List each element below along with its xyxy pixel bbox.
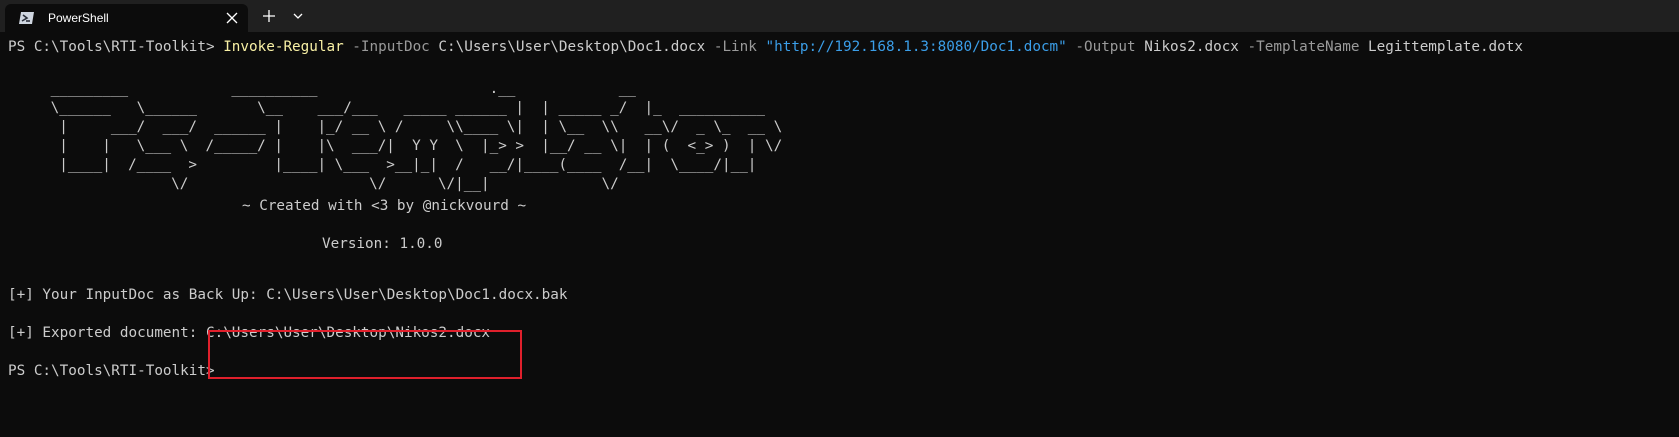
value-output: Nikos2.docx xyxy=(1144,39,1239,55)
new-tab-plus-icon[interactable] xyxy=(259,6,279,26)
command-line: PS C:\Tools\RTI-Toolkit> Invoke-Regular … xyxy=(8,38,1523,57)
backup-line: [+] Your InputDoc as Back Up: C:\Users\U… xyxy=(8,287,568,303)
tab-bar: PowerShell xyxy=(0,0,1679,32)
param-link: -Link xyxy=(705,39,766,55)
tab-powershell[interactable]: PowerShell xyxy=(5,4,248,32)
value-templatename: Legittemplate.dotx xyxy=(1368,39,1523,55)
version-line: Version: 1.0.0 xyxy=(322,236,443,252)
param-output: -Output xyxy=(1066,39,1145,55)
tab-title: PowerShell xyxy=(48,11,109,25)
powershell-icon xyxy=(18,10,35,24)
close-icon[interactable] xyxy=(222,8,242,28)
prompt: PS C:\Tools\RTI-Toolkit> xyxy=(8,39,224,55)
highlight-annotation xyxy=(208,330,522,379)
exported-label: [+] Exported document: xyxy=(8,325,206,341)
value-link: "http://192.168.1.3:8080/Doc1.docm" xyxy=(765,39,1067,55)
cmdlet: Invoke-Regular xyxy=(223,39,344,55)
param-inputdoc: -InputDoc xyxy=(343,39,439,55)
param-templatename: -TemplateName xyxy=(1238,39,1369,55)
ascii-banner: _________ __________ .__ __ \______ \___… xyxy=(50,81,783,192)
chevron-down-icon[interactable] xyxy=(288,6,308,26)
credit-line: ~ Created with <3 by @nickvourd ~ xyxy=(242,198,527,214)
final-prompt: PS C:\Tools\RTI-Toolkit> xyxy=(8,363,215,379)
value-inputdoc: C:\Users\User\Desktop\Doc1.docx xyxy=(438,39,706,55)
